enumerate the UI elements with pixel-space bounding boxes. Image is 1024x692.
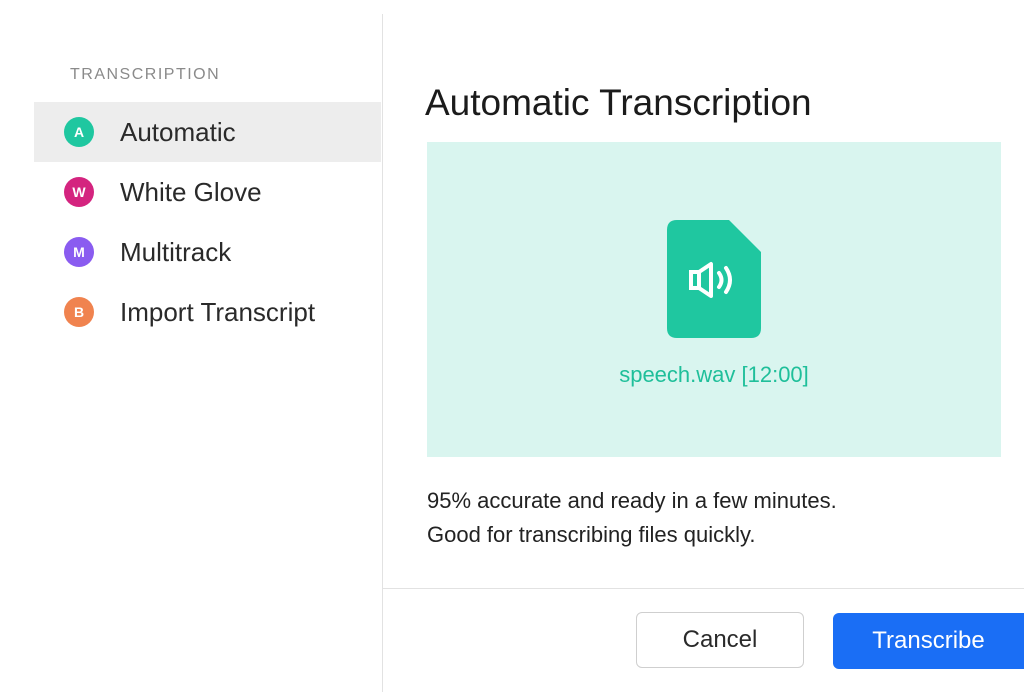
- section-title: TRANSCRIPTION: [70, 66, 221, 83]
- import-transcript-badge-icon: B: [64, 297, 94, 327]
- sidebar-item-label: Automatic: [120, 116, 236, 147]
- sidebar-item-white-glove[interactable]: W White Glove: [34, 162, 381, 222]
- file-preview: speech.wav [12:00]: [427, 142, 1001, 457]
- automatic-badge-icon: A: [64, 117, 94, 147]
- transcription-dialog: TRANSCRIPTION A Automatic W White Glove …: [0, 0, 1024, 692]
- white-glove-badge-icon: W: [64, 177, 94, 207]
- sidebar-item-import-transcript[interactable]: B Import Transcript: [34, 282, 381, 342]
- transcribe-button[interactable]: Transcribe: [833, 613, 1024, 669]
- sidebar: TRANSCRIPTION A Automatic W White Glove …: [0, 0, 382, 692]
- description-line: Good for transcribing files quickly.: [427, 522, 756, 547]
- sidebar-item-label: Multitrack: [120, 236, 232, 267]
- multitrack-badge-icon: M: [64, 237, 94, 267]
- file-name-label: speech.wav [12:00]: [619, 362, 809, 387]
- footer-divider: [383, 588, 1024, 589]
- audio-file-icon: [667, 220, 761, 338]
- sidebar-item-label: White Glove: [120, 176, 262, 207]
- sidebar-divider: [382, 14, 383, 692]
- sidebar-item-label: Import Transcript: [120, 296, 316, 327]
- cancel-button[interactable]: Cancel: [636, 612, 804, 668]
- page-title: Automatic Transcription: [425, 82, 812, 123]
- description-line: 95% accurate and ready in a few minutes.: [427, 488, 837, 513]
- sidebar-item-automatic[interactable]: A Automatic: [34, 102, 381, 162]
- sidebar-item-multitrack[interactable]: M Multitrack: [34, 222, 381, 282]
